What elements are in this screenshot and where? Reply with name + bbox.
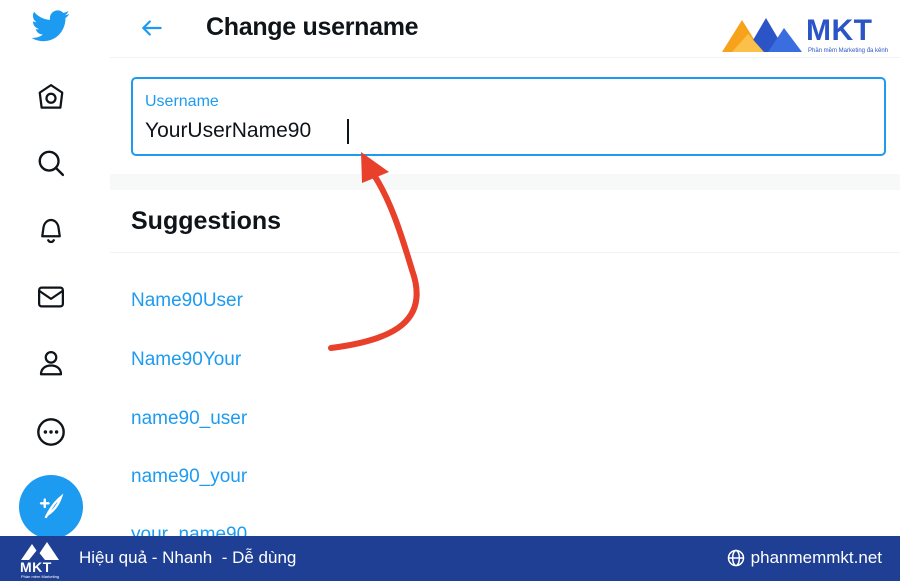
text-caret: [347, 119, 349, 144]
home-icon[interactable]: [31, 77, 71, 117]
divider: [110, 252, 900, 253]
footer-website[interactable]: phanmemmkt.net: [727, 548, 882, 568]
footer-tagline: Hiệu quả - Nhanh - Dễ dùng: [79, 548, 297, 567]
footer-logo-text: MKT: [20, 559, 52, 575]
back-button[interactable]: [136, 12, 168, 44]
twitter-bird-icon[interactable]: [31, 6, 71, 46]
username-input[interactable]: [143, 116, 843, 146]
suggestion-item[interactable]: name90_user: [131, 408, 247, 430]
suggestion-item[interactable]: Name90User: [131, 290, 243, 312]
mountain-logo-icon: [722, 18, 802, 52]
compose-button[interactable]: [19, 475, 83, 539]
footer-logo: MKT Phần mềm Marketing: [14, 540, 70, 579]
more-icon[interactable]: [31, 412, 71, 452]
bell-icon[interactable]: [31, 210, 71, 250]
brand-name: MKT: [806, 14, 873, 47]
compose-icon: [39, 493, 64, 519]
search-icon[interactable]: [31, 143, 71, 183]
footer-banner: MKT Phần mềm Marketing Hiệu quả - Nhanh …: [0, 536, 900, 581]
page-title: Change username: [206, 13, 419, 41]
suggestion-item[interactable]: Name90Your: [131, 349, 241, 371]
brand-logo: MKT Phần mềm Marketing đa kênh: [718, 12, 893, 60]
suggestion-item[interactable]: name90_your: [131, 466, 247, 488]
suggestions-heading: Suggestions: [131, 207, 282, 235]
profile-icon[interactable]: [31, 343, 71, 383]
sidebar-nav: [0, 0, 110, 539]
arrow-left-icon: [142, 20, 162, 36]
brand-tagline: Phần mềm Marketing đa kênh: [808, 48, 889, 54]
mail-icon[interactable]: [31, 277, 71, 317]
globe-icon: [727, 549, 744, 567]
footer-url[interactable]: phanmemmkt.net: [751, 548, 882, 568]
footer-logo-subtitle: Phần mềm Marketing: [21, 574, 60, 579]
section-separator: [110, 174, 900, 190]
username-label: Username: [145, 93, 219, 110]
username-field[interactable]: Username: [131, 77, 886, 156]
main-column: Change username Username Suggestions Nam…: [110, 0, 900, 545]
